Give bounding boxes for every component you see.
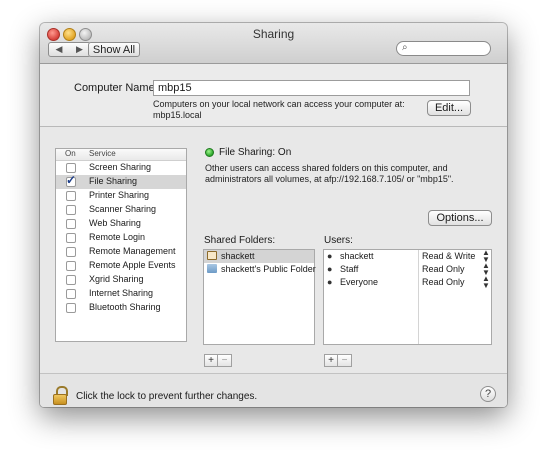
service-label: Bluetooth Sharing — [89, 302, 161, 312]
bottom-bar: Click the lock to prevent further change… — [40, 373, 507, 407]
service-label: Scanner Sharing — [89, 204, 157, 214]
remove-folder-button[interactable]: − — [218, 354, 232, 367]
service-row[interactable]: Remote Apple Events — [56, 259, 186, 273]
user-name: Everyone — [340, 277, 379, 287]
service-checkbox[interactable] — [66, 247, 76, 257]
user-row[interactable]: ● Everyone Read Only ▲ ▼ — [324, 275, 491, 290]
computer-name-info: Computers on your local network can acce… — [153, 99, 413, 121]
service-row[interactable]: Bluetooth Sharing — [56, 301, 186, 315]
add-user-button[interactable]: + — [324, 354, 338, 367]
user-permission[interactable]: Read Only — [422, 277, 465, 287]
service-description: Other users can access shared folders on… — [205, 163, 454, 184]
service-label: Screen Sharing — [89, 162, 152, 172]
folder-icon — [207, 264, 217, 273]
service-label: Web Sharing — [89, 218, 141, 228]
service-row[interactable]: Remote Management — [56, 245, 186, 259]
back-button[interactable]: ◀ — [48, 42, 70, 57]
header-on: On — [65, 149, 76, 158]
group-icon: ● — [327, 264, 333, 274]
service-label: Internet Sharing — [89, 288, 154, 298]
service-checkbox[interactable] — [66, 261, 76, 271]
service-list[interactable]: On Service Screen Sharing File Sharing Pri… — [55, 148, 187, 342]
service-row[interactable]: Scanner Sharing — [56, 203, 186, 217]
user-permission[interactable]: Read Only — [422, 264, 465, 274]
search-field[interactable]: ⌕ — [396, 41, 491, 56]
service-status: File Sharing: On — [219, 147, 292, 158]
service-row[interactable]: File Sharing — [56, 173, 186, 189]
service-row[interactable]: Web Sharing — [56, 217, 186, 231]
add-folder-button[interactable]: + — [204, 354, 218, 367]
service-checkbox[interactable] — [66, 163, 76, 173]
service-checkbox[interactable] — [66, 289, 76, 299]
user-permission[interactable]: Read & Write — [422, 251, 475, 261]
service-label: File Sharing — [89, 176, 138, 186]
users-label: Users: — [324, 235, 353, 246]
user-row[interactable]: ● shackett Read & Write ▲ ▼ — [324, 249, 491, 264]
service-checkbox[interactable] — [66, 205, 76, 215]
search-icon: ⌕ — [402, 42, 408, 53]
service-list-header: On Service — [56, 149, 186, 161]
lock-icon[interactable] — [53, 386, 70, 407]
show-all-button[interactable]: Show All — [88, 42, 140, 57]
user-name: Staff — [340, 264, 359, 274]
shared-folder-name: shackett — [221, 251, 255, 261]
computer-name-panel: Computer Name: mbp15 Computers on your l… — [40, 64, 507, 127]
service-label: Remote Apple Events — [89, 260, 176, 270]
user-add-remove: + − — [324, 354, 352, 367]
service-checkbox[interactable] — [66, 303, 76, 313]
user-name: shackett — [340, 251, 374, 261]
header-service: Service — [89, 149, 116, 158]
everyone-icon: ● — [327, 277, 333, 287]
computer-name-info-line2: mbp15.local — [153, 110, 202, 120]
sharing-window: Sharing ◀ ▶ Show All ⌕ Computer Name: mb… — [40, 23, 507, 407]
service-label: Xgrid Sharing — [89, 274, 144, 284]
home-icon — [207, 251, 217, 260]
service-checkbox[interactable] — [66, 173, 76, 187]
lock-text: Click the lock to prevent further change… — [76, 391, 258, 402]
main-panel: On Service Screen Sharing File Sharing Pri… — [40, 127, 507, 407]
shared-folder-name: shackett's Public Folder — [221, 264, 316, 274]
user-icon: ● — [327, 251, 333, 261]
service-checkbox[interactable] — [66, 233, 76, 243]
computer-name-info-line1: Computers on your local network can acce… — [153, 99, 405, 109]
shared-folders-list[interactable]: shackett shackett's Public Folder — [203, 249, 316, 345]
computer-name-input[interactable]: mbp15 — [153, 80, 470, 96]
service-row[interactable]: Internet Sharing — [56, 287, 186, 301]
status-indicator-icon — [205, 148, 214, 157]
edit-button[interactable]: Edit... — [427, 100, 471, 116]
shared-folder-row[interactable]: shackett — [204, 250, 314, 263]
window-title: Sharing — [252, 27, 295, 41]
service-checkbox[interactable] — [66, 219, 76, 229]
service-label: Remote Login — [89, 232, 146, 242]
options-button[interactable]: Options... — [428, 210, 492, 226]
service-label: Printer Sharing — [89, 190, 150, 200]
service-row[interactable]: Xgrid Sharing — [56, 273, 186, 287]
shared-folder-row[interactable]: shackett's Public Folder — [204, 263, 316, 276]
service-label: Remote Management — [89, 246, 176, 256]
service-row[interactable]: Printer Sharing — [56, 189, 186, 203]
computer-name-label: Computer Name: — [74, 82, 158, 94]
users-list[interactable]: ● shackett Read & Write ▲ ▼ ● Staff Read Only ▲ ▼… — [323, 249, 492, 345]
service-row[interactable]: Remote Login — [56, 231, 186, 245]
user-row[interactable]: ● Staff Read Only ▲ ▼ — [324, 262, 491, 277]
service-checkbox[interactable] — [66, 275, 76, 285]
help-button[interactable]: ? — [480, 386, 496, 402]
service-checkbox[interactable] — [66, 191, 76, 201]
remove-user-button[interactable]: − — [338, 354, 352, 367]
title-bar: Sharing ◀ ▶ Show All ⌕ — [40, 23, 507, 64]
permission-stepper-icon[interactable]: ▲ ▼ — [482, 275, 490, 290]
shared-folders-label: Shared Folders: — [204, 235, 276, 246]
folder-add-remove: + − — [204, 354, 232, 367]
